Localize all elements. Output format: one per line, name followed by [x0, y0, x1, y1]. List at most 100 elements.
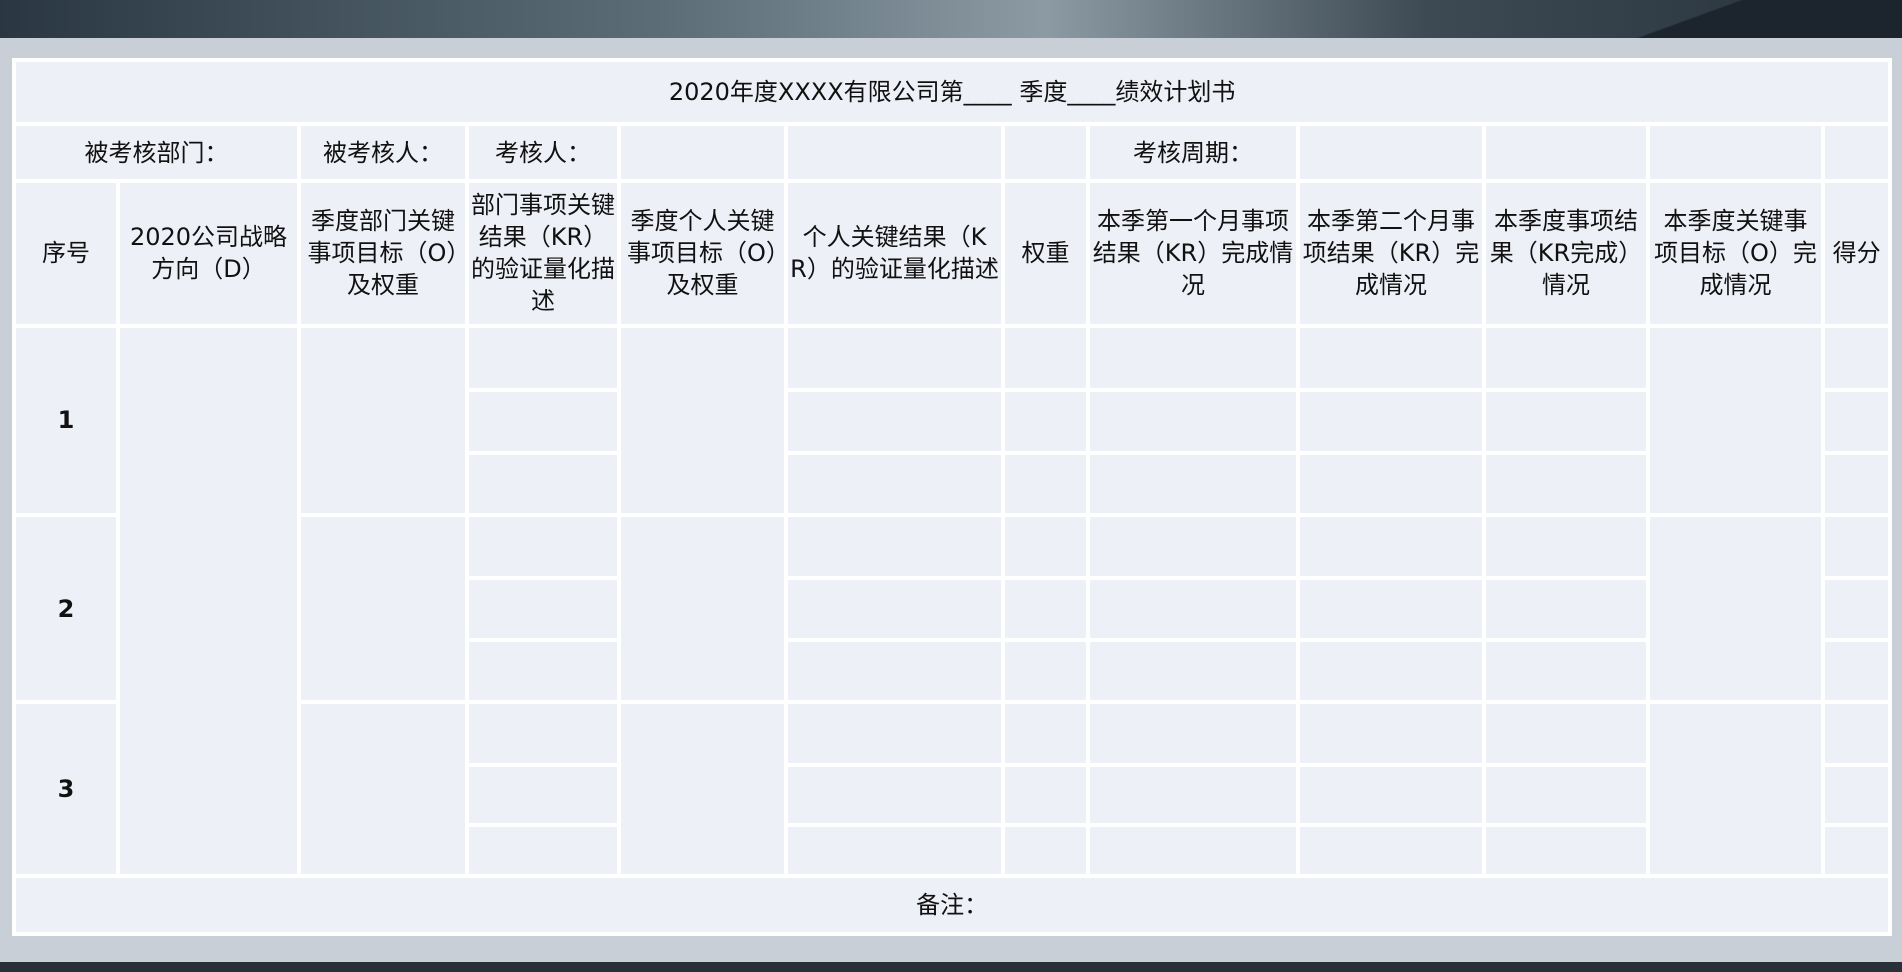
weight-cell	[1005, 579, 1086, 638]
dept-kr-cell	[469, 454, 617, 514]
weight-cell	[1005, 766, 1086, 824]
individual-kr-cell	[788, 392, 1001, 451]
weight-cell	[1005, 454, 1086, 514]
month2-cell	[1300, 392, 1482, 451]
info-cell	[621, 126, 784, 179]
quarter-kr-cell	[1486, 327, 1646, 389]
individual-kr-cell	[788, 827, 1001, 874]
quarter-kr-cell	[1486, 517, 1646, 576]
top-banner	[0, 0, 1902, 38]
quarter-kr-cell	[1486, 766, 1646, 824]
individual-kr-cell	[788, 517, 1001, 576]
month2-cell	[1300, 827, 1482, 874]
header-dept-kr: 部门事项关键结果（KR）的验证量化描述	[469, 182, 617, 324]
month1-cell	[1090, 579, 1296, 638]
score-cell	[1825, 827, 1889, 874]
score-cell	[1825, 517, 1889, 576]
month1-cell	[1090, 454, 1296, 514]
bottom-strip	[0, 962, 1902, 972]
weight-cell	[1005, 517, 1086, 576]
info-cell	[1650, 126, 1821, 179]
month1-cell	[1090, 766, 1296, 824]
quarter-kr-cell	[1486, 454, 1646, 514]
info-cell	[1486, 126, 1646, 179]
weight-cell	[1005, 704, 1086, 763]
weight-cell	[1005, 827, 1086, 874]
header-individual-objective: 季度个人关键事项目标（O）及权重	[621, 182, 784, 324]
month2-cell	[1300, 579, 1482, 638]
individual-objective-cell	[621, 327, 784, 514]
quarter-objective-cell	[1650, 704, 1821, 874]
header-quarter-kr: 本季度事项结果（KR完成）情况	[1486, 182, 1646, 324]
dept-kr-cell	[469, 704, 617, 763]
individual-kr-cell	[788, 327, 1001, 389]
header-strategy: 2020公司战略方向（D）	[120, 182, 297, 324]
month1-cell	[1090, 827, 1296, 874]
row-number: 2	[16, 517, 116, 701]
dept-kr-cell	[469, 579, 617, 638]
header-individual-kr: 个人关键结果（KR）的验证量化描述	[788, 182, 1001, 324]
score-cell	[1825, 766, 1889, 824]
dept-kr-cell	[469, 766, 617, 824]
individual-kr-cell	[788, 579, 1001, 638]
score-cell	[1825, 454, 1889, 514]
quarter-objective-cell	[1650, 327, 1821, 514]
month2-cell	[1300, 641, 1482, 701]
info-cell	[1005, 126, 1086, 179]
dept-kr-cell	[469, 392, 617, 451]
individual-kr-cell	[788, 766, 1001, 824]
quarter-objective-cell	[1650, 517, 1821, 701]
month2-cell	[1300, 704, 1482, 763]
header-score: 得分	[1825, 182, 1889, 324]
header-month2: 本季第二个月事项结果（KR）完成情况	[1300, 182, 1482, 324]
score-cell	[1825, 704, 1889, 763]
performance-plan-table: 2020年度XXXX有限公司第____ 季度____绩效计划书 被考核部门： 被…	[12, 58, 1893, 936]
header-seq: 序号	[16, 182, 116, 324]
quarter-kr-cell	[1486, 579, 1646, 638]
weight-cell	[1005, 392, 1086, 451]
month1-cell	[1090, 641, 1296, 701]
quarter-kr-cell	[1486, 704, 1646, 763]
info-cell	[788, 126, 1001, 179]
form-title: 2020年度XXXX有限公司第____ 季度____绩效计划书	[16, 62, 1889, 123]
month1-cell	[1090, 704, 1296, 763]
score-cell	[1825, 641, 1889, 701]
individual-objective-cell	[621, 704, 784, 874]
row-number: 1	[16, 327, 116, 514]
dept-kr-cell	[469, 641, 617, 701]
quarter-kr-cell	[1486, 827, 1646, 874]
period-label: 考核周期：	[1090, 126, 1296, 179]
dept-objective-cell	[301, 517, 465, 701]
assessor-label: 考核人：	[469, 126, 617, 179]
dept-objective-cell	[301, 704, 465, 874]
month2-cell	[1300, 327, 1482, 389]
header-dept-objective: 季度部门关键事项目标（O）及权重	[301, 182, 465, 324]
dept-label: 被考核部门：	[16, 126, 297, 179]
dept-kr-cell	[469, 827, 617, 874]
dept-kr-cell	[469, 517, 617, 576]
weight-cell	[1005, 327, 1086, 389]
info-cell	[1825, 126, 1889, 179]
quarter-kr-cell	[1486, 641, 1646, 701]
individual-kr-cell	[788, 704, 1001, 763]
header-weight: 权重	[1005, 182, 1086, 324]
month2-cell	[1300, 517, 1482, 576]
assessee-label: 被考核人：	[301, 126, 465, 179]
row-number: 3	[16, 704, 116, 874]
month1-cell	[1090, 392, 1296, 451]
header-month1: 本季第一个月事项结果（KR）完成情况	[1090, 182, 1296, 324]
individual-kr-cell	[788, 641, 1001, 701]
info-cell	[1300, 126, 1482, 179]
strategy-cell	[120, 327, 297, 874]
weight-cell	[1005, 641, 1086, 701]
score-cell	[1825, 579, 1889, 638]
individual-objective-cell	[621, 517, 784, 701]
dept-kr-cell	[469, 327, 617, 389]
dept-objective-cell	[301, 327, 465, 514]
remark-label: 备注：	[16, 877, 1889, 932]
month2-cell	[1300, 454, 1482, 514]
score-cell	[1825, 327, 1889, 389]
score-cell	[1825, 392, 1889, 451]
header-quarter-objective: 本季度关键事项目标（O）完成情况	[1650, 182, 1821, 324]
individual-kr-cell	[788, 454, 1001, 514]
